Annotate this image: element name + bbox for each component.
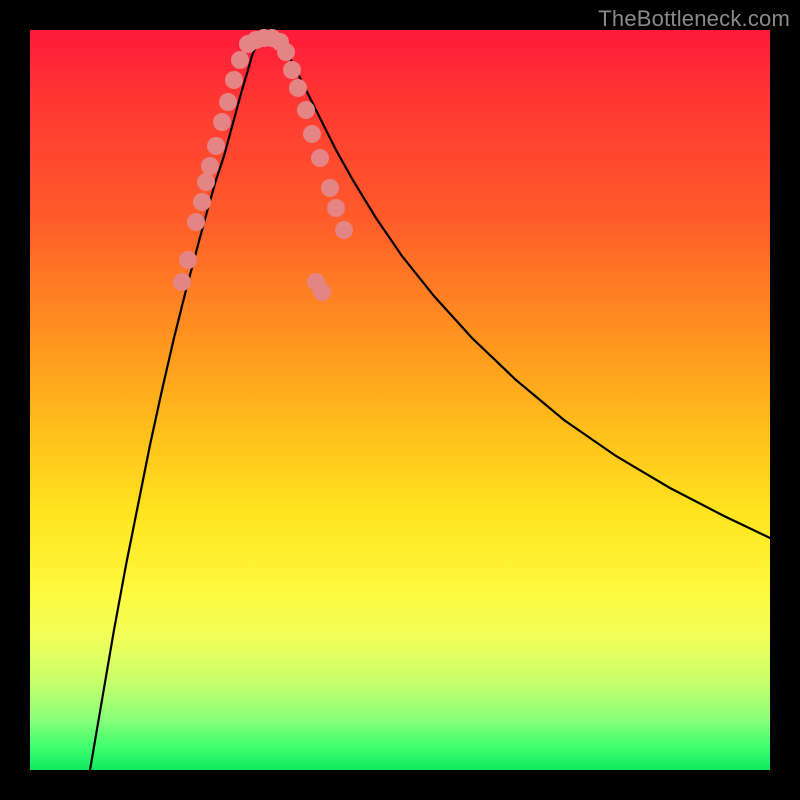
data-point bbox=[297, 101, 315, 119]
data-point bbox=[207, 137, 225, 155]
data-point bbox=[193, 193, 211, 211]
data-point bbox=[201, 157, 219, 175]
chart-svg bbox=[30, 30, 770, 770]
data-points bbox=[173, 29, 353, 301]
data-point bbox=[327, 199, 345, 217]
data-point bbox=[173, 273, 191, 291]
right-curve bbox=[280, 40, 770, 538]
watermark-text: TheBottleneck.com bbox=[598, 6, 790, 32]
data-point bbox=[289, 79, 307, 97]
data-point bbox=[335, 221, 353, 239]
data-point bbox=[277, 43, 295, 61]
data-point bbox=[231, 51, 249, 69]
left-curve bbox=[90, 40, 260, 770]
data-point bbox=[197, 173, 215, 191]
data-point bbox=[179, 251, 197, 269]
data-point bbox=[311, 149, 329, 167]
data-point bbox=[219, 93, 237, 111]
data-point bbox=[313, 283, 331, 301]
data-point bbox=[225, 71, 243, 89]
chart-frame: TheBottleneck.com bbox=[0, 0, 800, 800]
data-point bbox=[303, 125, 321, 143]
data-point bbox=[187, 213, 205, 231]
data-point bbox=[321, 179, 339, 197]
plot-area bbox=[30, 30, 770, 770]
data-point bbox=[213, 113, 231, 131]
data-point bbox=[283, 61, 301, 79]
